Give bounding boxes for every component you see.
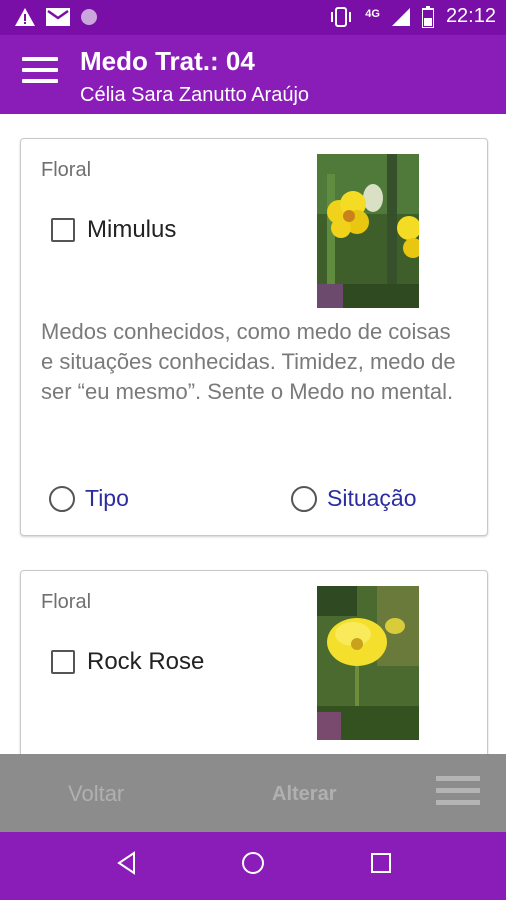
signal-icon bbox=[391, 7, 410, 26]
gmail-icon bbox=[46, 8, 70, 26]
card-label: Floral bbox=[41, 159, 92, 181]
radio-button[interactable] bbox=[49, 485, 75, 512]
status-bar: 4G 22:12 bbox=[0, 0, 506, 35]
vibrate-icon bbox=[331, 6, 352, 27]
app-bar: Medo Trat.: 04 Célia Sara Zanutto Araújo bbox=[0, 35, 506, 114]
hamburger-menu-icon[interactable] bbox=[22, 57, 58, 87]
warning-icon bbox=[15, 8, 35, 26]
radio-situacao[interactable]: Situação bbox=[291, 485, 417, 512]
floral-card: Floral Mimulus Medos conhecidos, como me… bbox=[20, 138, 488, 536]
floral-checkbox-row[interactable]: Rock Rose bbox=[51, 648, 204, 676]
circle-icon bbox=[81, 9, 97, 25]
patient-name: Célia Sara Zanutto Araújo bbox=[80, 84, 310, 106]
flower-image bbox=[317, 586, 419, 740]
floral-checkbox-row[interactable]: Mimulus bbox=[51, 216, 176, 244]
radio-tipo[interactable]: Tipo bbox=[49, 485, 129, 512]
radio-label-situacao: Situação bbox=[327, 485, 417, 511]
floral-name: Rock Rose bbox=[87, 648, 205, 675]
back-nav-icon[interactable] bbox=[114, 850, 140, 876]
content-scroll[interactable]: Floral Mimulus Medos conhecidos, como me… bbox=[0, 114, 506, 754]
clock: 22:12 bbox=[445, 5, 496, 27]
checkbox[interactable] bbox=[51, 218, 75, 242]
edit-button[interactable]: Alterar bbox=[272, 783, 336, 806]
battery-icon bbox=[421, 5, 434, 28]
back-button[interactable]: Voltar bbox=[68, 781, 124, 807]
home-nav-icon[interactable] bbox=[240, 850, 266, 876]
floral-card: Floral Rock Rose bbox=[20, 570, 488, 754]
network-type: 4G bbox=[365, 7, 380, 20]
checkbox[interactable] bbox=[51, 650, 75, 674]
card-label: Floral bbox=[41, 591, 92, 613]
floral-name: Mimulus bbox=[87, 216, 177, 243]
menu-icon[interactable] bbox=[436, 776, 480, 812]
flower-image bbox=[317, 154, 419, 308]
floral-description: Medos conhecidos, como medo de coisas e … bbox=[41, 319, 456, 404]
system-nav-bar bbox=[0, 832, 506, 900]
recents-nav-icon[interactable] bbox=[368, 850, 394, 876]
radio-label-tipo: Tipo bbox=[85, 485, 129, 511]
bottom-toolbar: Voltar Alterar bbox=[0, 754, 506, 832]
radio-button[interactable] bbox=[291, 485, 317, 512]
page-title: Medo Trat.: 04 bbox=[80, 46, 255, 76]
